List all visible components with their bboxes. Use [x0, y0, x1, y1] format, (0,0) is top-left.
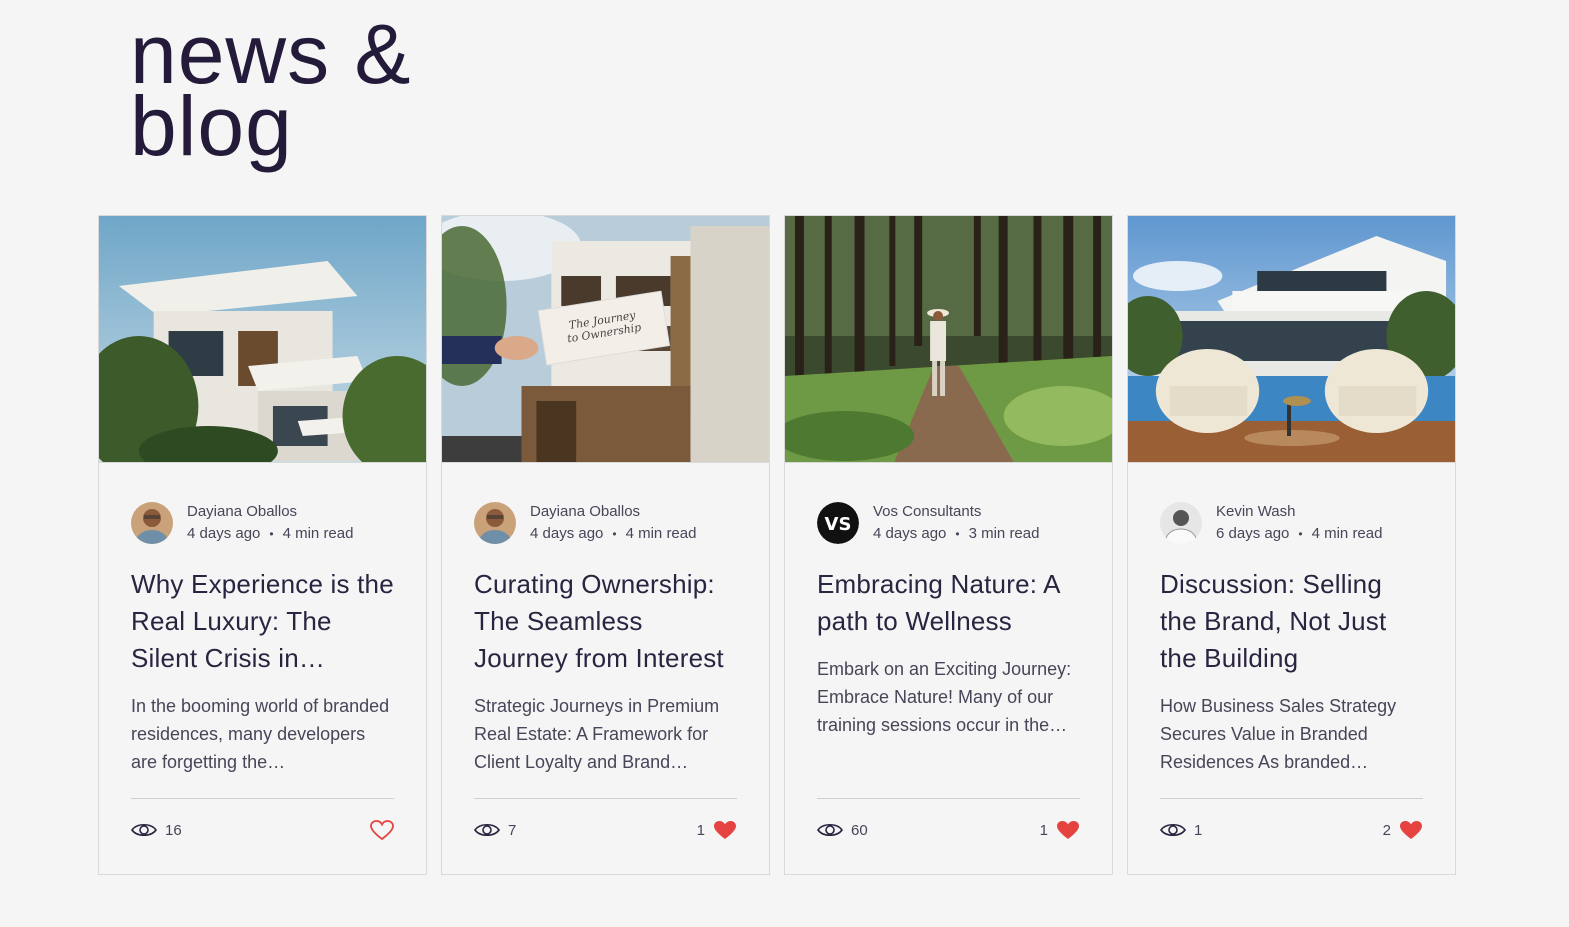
blog-post-card[interactable]: Dayiana Oballos 4 days ago • 4 min read … [98, 215, 427, 875]
likes-count: 1 [1039, 821, 1048, 839]
likes-count: 1 [696, 821, 705, 839]
post-title[interactable]: Why Experience is the Real Luxury: The S… [131, 566, 394, 677]
author-avatar[interactable] [1160, 502, 1202, 544]
post-stats: 16 [131, 798, 394, 861]
views-counter: 7 [474, 822, 516, 839]
eye-icon [131, 823, 157, 837]
separator-dot: • [1298, 527, 1303, 541]
likes-counter: 1 [697, 820, 737, 841]
post-meta: Dayiana Oballos 4 days ago • 4 min read [474, 501, 737, 545]
author-name[interactable]: Dayiana Oballos [530, 501, 696, 523]
views-count: 1 [1194, 821, 1203, 839]
blog-post-card[interactable]: VS Vos Consultants 4 days ago • 3 min re… [784, 215, 1113, 875]
views-counter: 16 [131, 822, 182, 839]
blog-post-card[interactable]: The Journey to Ownership Dayiana Oballos… [441, 215, 770, 875]
likes-counter: 2 [1383, 820, 1423, 841]
heart-filled-icon[interactable] [1056, 820, 1080, 841]
post-meta: Dayiana Oballos 4 days ago • 4 min read [131, 501, 394, 545]
author-name[interactable]: Vos Consultants [873, 501, 1039, 523]
post-title[interactable]: Embracing Nature: A path to Wellness [817, 566, 1080, 640]
separator-dot: • [955, 527, 960, 541]
heart-filled-icon[interactable] [713, 820, 737, 841]
blog-post-list: Dayiana Oballos 4 days ago • 4 min read … [98, 215, 1456, 875]
post-date: 4 days ago [187, 525, 261, 542]
post-excerpt: How Business Sales Strategy Secures Valu… [1160, 696, 1397, 772]
eye-icon [474, 823, 500, 837]
post-meta: Kevin Wash 6 days ago • 4 min read [1160, 501, 1423, 545]
post-stats: 7 1 [474, 798, 737, 861]
views-counter: 1 [1160, 822, 1202, 839]
post-meta: VS Vos Consultants 4 days ago • 3 min re… [817, 501, 1080, 545]
author-name[interactable]: Dayiana Oballos [187, 501, 353, 523]
eye-icon [817, 823, 843, 837]
heart-outline-icon[interactable] [370, 819, 394, 841]
post-excerpt: Strategic Journeys in Premium Real Estat… [474, 696, 720, 772]
read-time: 4 min read [282, 525, 354, 542]
separator-dot: • [269, 527, 274, 541]
post-excerpt: Embark on an Exciting Journey: Embrace N… [817, 659, 1072, 735]
author-name[interactable]: Kevin Wash [1216, 501, 1382, 523]
post-cover-image[interactable]: The Journey to Ownership [442, 216, 769, 463]
views-count: 16 [165, 821, 182, 839]
views-count: 60 [851, 821, 868, 839]
post-stats: 1 2 [1160, 798, 1423, 861]
post-cover-image[interactable] [99, 216, 426, 463]
blog-post-card[interactable]: Kevin Wash 6 days ago • 4 min read Discu… [1127, 215, 1456, 875]
author-avatar[interactable] [131, 502, 173, 544]
post-date: 4 days ago [873, 525, 947, 542]
post-cover-image[interactable] [1128, 216, 1455, 463]
author-avatar[interactable]: VS [817, 502, 859, 544]
post-date: 4 days ago [530, 525, 604, 542]
separator-dot: • [612, 527, 617, 541]
read-time: 4 min read [1311, 525, 1383, 542]
read-time: 4 min read [625, 525, 697, 542]
likes-count: 2 [1382, 821, 1391, 839]
likes-counter [362, 819, 394, 841]
post-cover-image[interactable] [785, 216, 1112, 463]
post-title[interactable]: Discussion: Selling the Brand, Not Just … [1160, 566, 1423, 677]
post-title[interactable]: Curating Ownership: The Seamless Journey… [474, 566, 737, 677]
page-title: news & blog [130, 12, 411, 168]
likes-counter: 1 [1040, 820, 1080, 841]
views-counter: 60 [817, 822, 868, 839]
post-date: 6 days ago [1216, 525, 1290, 542]
read-time: 3 min read [968, 525, 1040, 542]
views-count: 7 [508, 821, 517, 839]
heart-filled-icon[interactable] [1399, 820, 1423, 841]
post-stats: 60 1 [817, 798, 1080, 861]
author-avatar[interactable] [474, 502, 516, 544]
post-excerpt: In the booming world of branded residenc… [131, 696, 390, 772]
eye-icon [1160, 823, 1186, 837]
vs-logo: VS [825, 514, 852, 535]
